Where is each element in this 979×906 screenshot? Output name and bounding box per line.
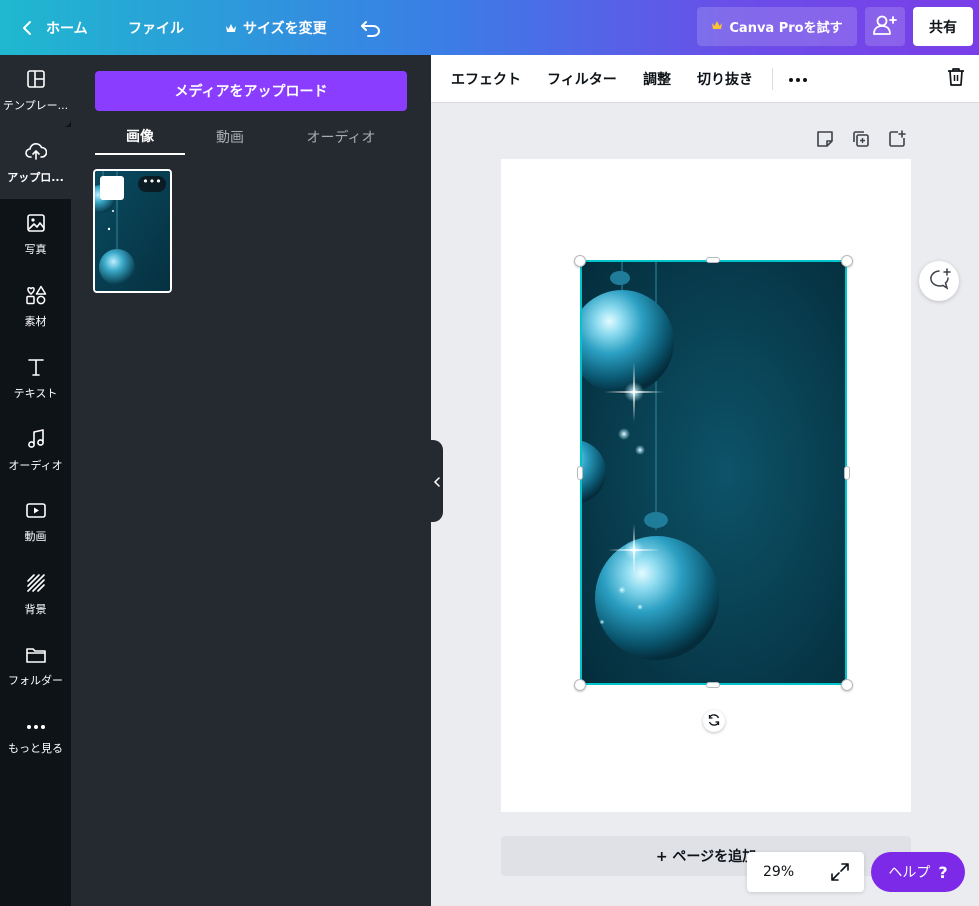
upload-media-button[interactable]: メディアをアップロード <box>95 71 407 111</box>
note-icon <box>816 130 834 152</box>
tab-videos[interactable]: 動画 <box>185 119 275 155</box>
zoom-control: 29% <box>747 852 864 892</box>
toolbar-divider <box>772 68 773 90</box>
crown-icon <box>225 23 237 33</box>
rail-label: 背景 <box>24 603 47 616</box>
filter-button[interactable]: フィルター <box>547 55 617 103</box>
home-label: ホーム <box>46 20 88 37</box>
share-button[interactable]: 共有 <box>913 7 973 46</box>
help-label: ヘルプ <box>888 865 931 881</box>
rail-label: フォルダー <box>8 674 63 687</box>
rotate-icon <box>707 712 721 731</box>
top-bar: ホーム ファイル サイズを変更 Canva Proを試す 共有 <box>0 0 979 55</box>
question-icon: ? <box>938 862 948 882</box>
rail-label: テキスト <box>13 387 58 400</box>
more-icon <box>788 71 808 87</box>
resize-handle-top-right[interactable] <box>841 255 853 267</box>
chevron-left-icon <box>20 20 34 36</box>
rail-item-folders[interactable]: フォルダー <box>0 631 71 703</box>
resize-handle-bottom[interactable] <box>706 682 720 688</box>
resize-button[interactable]: サイズを変更 <box>225 0 327 55</box>
try-canva-pro-button[interactable]: Canva Proを試す <box>697 7 857 46</box>
resize-handle-top[interactable] <box>706 257 720 263</box>
background-icon <box>26 573 46 596</box>
uploads-panel: メディアをアップロード 画像 動画 オーディオ ••• <box>71 55 431 906</box>
resize-handle-right[interactable] <box>844 466 850 480</box>
rail-item-templates[interactable]: テンプレー... <box>0 55 71 127</box>
file-menu-button[interactable]: ファイル <box>128 0 184 55</box>
crop-button[interactable]: 切り抜き <box>697 55 753 103</box>
left-nav-rail: テンプレー... アップロ... 写真 素材 テキスト オーディオ 動画 背景 … <box>0 55 71 906</box>
expand-icon <box>830 863 850 886</box>
resize-handle-bottom-left[interactable] <box>574 679 586 691</box>
rail-item-background[interactable]: 背景 <box>0 559 71 631</box>
undo-icon <box>360 19 382 37</box>
zoom-level[interactable]: 29% <box>763 852 794 892</box>
duplicate-icon <box>852 130 870 152</box>
rail-item-more[interactable]: もっと見る <box>0 703 71 775</box>
elements-icon <box>25 285 47 308</box>
rail-item-audio[interactable]: オーディオ <box>0 415 71 487</box>
file-label: ファイル <box>128 20 184 37</box>
select-checkbox[interactable] <box>100 176 124 200</box>
add-new-page-button[interactable] <box>886 130 908 152</box>
context-toolbar: エフェクト フィルター 調整 切り抜き <box>431 55 979 103</box>
resize-handle-left[interactable] <box>577 466 583 480</box>
more-toolbar-button[interactable] <box>788 55 808 103</box>
add-people-button[interactable] <box>865 7 905 46</box>
collapse-panel-handle[interactable] <box>431 440 443 522</box>
selected-image[interactable] <box>580 260 847 685</box>
photo-icon <box>26 213 46 236</box>
add-page-icon <box>888 130 906 152</box>
chevron-left-icon <box>433 472 441 491</box>
video-icon <box>25 502 47 523</box>
fullscreen-button[interactable] <box>830 862 850 882</box>
rail-label: テンプレー... <box>2 99 69 112</box>
rail-item-video[interactable]: 動画 <box>0 487 71 559</box>
adjust-button[interactable]: 調整 <box>643 55 671 103</box>
uploaded-image-thumbnail[interactable]: ••• <box>93 169 172 293</box>
text-icon <box>26 357 46 380</box>
tab-audio[interactable]: オーディオ <box>291 119 391 155</box>
trash-icon <box>947 67 965 91</box>
rail-label: アップロ... <box>7 171 64 184</box>
rail-label: 写真 <box>24 243 47 256</box>
delete-button[interactable] <box>947 55 965 103</box>
rail-item-text[interactable]: テキスト <box>0 343 71 415</box>
resize-handle-top-left[interactable] <box>574 255 586 267</box>
more-options-button[interactable]: ••• <box>138 176 166 192</box>
add-people-icon <box>872 14 898 40</box>
help-button[interactable]: ヘルプ ? <box>871 852 965 892</box>
resize-handle-bottom-right[interactable] <box>841 679 853 691</box>
comment-add-icon <box>927 268 951 294</box>
upload-cloud-icon <box>24 141 47 164</box>
rotate-handle[interactable] <box>703 710 725 732</box>
rail-item-photos[interactable]: 写真 <box>0 199 71 271</box>
pro-label: Canva Proを試す <box>729 21 843 36</box>
home-button[interactable]: ホーム <box>20 0 88 55</box>
undo-button[interactable] <box>360 0 382 55</box>
duplicate-page-button[interactable] <box>850 130 872 152</box>
rail-label: オーディオ <box>8 459 63 472</box>
tab-images[interactable]: 画像 <box>95 119 185 155</box>
rail-label: 動画 <box>24 530 47 543</box>
rail-label: 素材 <box>24 315 47 328</box>
template-icon <box>26 69 46 92</box>
folder-icon <box>25 646 47 667</box>
music-note-icon <box>26 429 46 452</box>
resize-label: サイズを変更 <box>243 20 327 37</box>
crown-icon <box>711 19 723 34</box>
more-icon <box>25 722 47 735</box>
page-notes-button[interactable] <box>814 130 836 152</box>
rail-item-uploads[interactable]: アップロ... <box>0 127 71 199</box>
effects-button[interactable]: エフェクト <box>451 55 521 103</box>
add-comment-button[interactable] <box>919 261 959 301</box>
rail-label: もっと見る <box>8 742 63 755</box>
rail-item-elements[interactable]: 素材 <box>0 271 71 343</box>
ornament-image <box>582 262 845 683</box>
